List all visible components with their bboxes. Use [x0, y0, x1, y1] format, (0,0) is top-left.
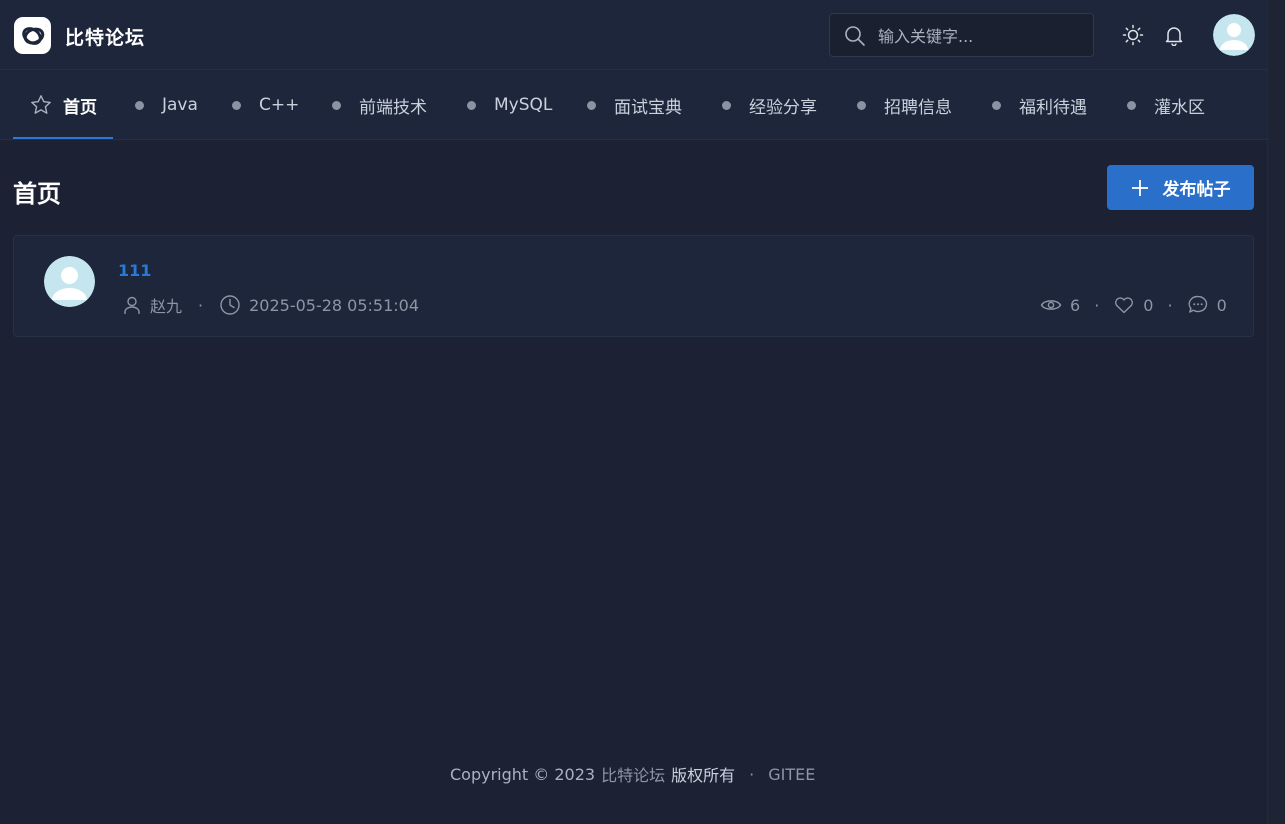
nav-item-cpp[interactable]: C++: [232, 70, 299, 140]
footer: Copyright © 2023 比特论坛 版权所有 · GITEE: [450, 762, 815, 786]
nav-item-experience[interactable]: 经验分享: [722, 70, 817, 140]
nav-item-label: 灌水区: [1154, 97, 1205, 118]
post-item[interactable]: 111 赵九 · 2025-05-28 05:51:04 6 · 0 · 0: [13, 235, 1254, 337]
nav-item-java[interactable]: Java: [135, 70, 198, 140]
page-title: 首页: [13, 180, 61, 208]
dot-icon: [332, 100, 341, 110]
author-avatar[interactable]: [44, 256, 95, 307]
dot-icon: [722, 100, 731, 110]
nav-item-label: C++: [259, 95, 300, 115]
nav-item-benefits[interactable]: 福利待遇: [992, 70, 1087, 140]
search-icon: [844, 25, 866, 51]
nav-item-label: Java: [162, 95, 198, 115]
footer-rights: 版权所有: [671, 766, 736, 785]
nav-item-label: MySQL: [494, 95, 553, 115]
nav-item-label: 招聘信息: [884, 97, 952, 118]
nav-item-mysql[interactable]: MySQL: [467, 70, 552, 140]
view-count: 6: [1070, 295, 1081, 315]
meta-separator: ·: [1167, 295, 1173, 315]
heart-icon[interactable]: [1113, 294, 1135, 316]
post-author[interactable]: 赵九: [150, 293, 182, 317]
top-header: 比特论坛: [0, 0, 1267, 70]
nav-item-water[interactable]: 灌水区: [1127, 70, 1205, 140]
post-meta-right: 6 · 0 · 0: [1040, 293, 1227, 317]
category-nav: 首页 Java C++ 前端技术 MySQL 面试宝典 经验分享 招聘信息 福利…: [0, 70, 1267, 140]
search-input[interactable]: [878, 24, 1078, 48]
eye-icon: [1040, 294, 1062, 316]
plus-icon: [1131, 179, 1149, 197]
dot-icon: [992, 100, 1001, 110]
like-count: 0: [1143, 295, 1154, 315]
nav-item-jobs[interactable]: 招聘信息: [857, 70, 952, 140]
post-time: 2025-05-28 05:51:04: [249, 295, 420, 315]
publish-post-button[interactable]: 发布帖子: [1107, 165, 1254, 210]
comment-icon[interactable]: [1187, 294, 1209, 316]
nav-item-label: 面试宝典: [614, 97, 682, 118]
meta-separator: ·: [1094, 295, 1100, 315]
user-avatar[interactable]: [1213, 14, 1255, 56]
nav-item-label: 福利待遇: [1019, 97, 1087, 118]
nav-item-label: 前端技术: [359, 97, 427, 118]
dot-icon: [857, 100, 866, 110]
nav-item-label: 首页: [63, 97, 97, 118]
publish-label: 发布帖子: [1162, 180, 1231, 200]
gitee-link[interactable]: GITEE: [768, 765, 815, 784]
footer-brand-link[interactable]: 比特论坛: [601, 762, 665, 786]
comment-count: 0: [1216, 295, 1227, 315]
dot-icon: [467, 100, 476, 110]
meta-separator: ·: [198, 295, 204, 315]
post-meta-left: 赵九 · 2025-05-28 05:51:04: [122, 293, 419, 317]
dot-icon: [1127, 100, 1136, 110]
dot-icon: [135, 100, 144, 110]
dot-icon: [587, 100, 596, 110]
footer-separator: ·: [749, 764, 755, 784]
brand-name[interactable]: 比特论坛: [65, 23, 145, 50]
clock-icon: [219, 294, 241, 316]
active-tab-indicator: [13, 137, 113, 139]
bell-icon[interactable]: [1163, 24, 1185, 50]
post-title-link[interactable]: 111: [118, 261, 151, 280]
star-icon: [30, 94, 52, 116]
nav-item-label: 经验分享: [749, 97, 817, 118]
scrollbar[interactable]: [1267, 0, 1285, 824]
logo-icon[interactable]: [14, 17, 51, 54]
dot-icon: [232, 100, 241, 110]
user-icon: [122, 295, 142, 315]
theme-toggle-icon[interactable]: [1122, 24, 1144, 50]
nav-item-interview[interactable]: 面试宝典: [587, 70, 682, 140]
search-box[interactable]: [829, 13, 1094, 57]
nav-item-frontend[interactable]: 前端技术: [332, 70, 427, 140]
nav-item-home[interactable]: 首页: [30, 70, 97, 140]
copyright-text: Copyright © 2023: [450, 764, 596, 784]
